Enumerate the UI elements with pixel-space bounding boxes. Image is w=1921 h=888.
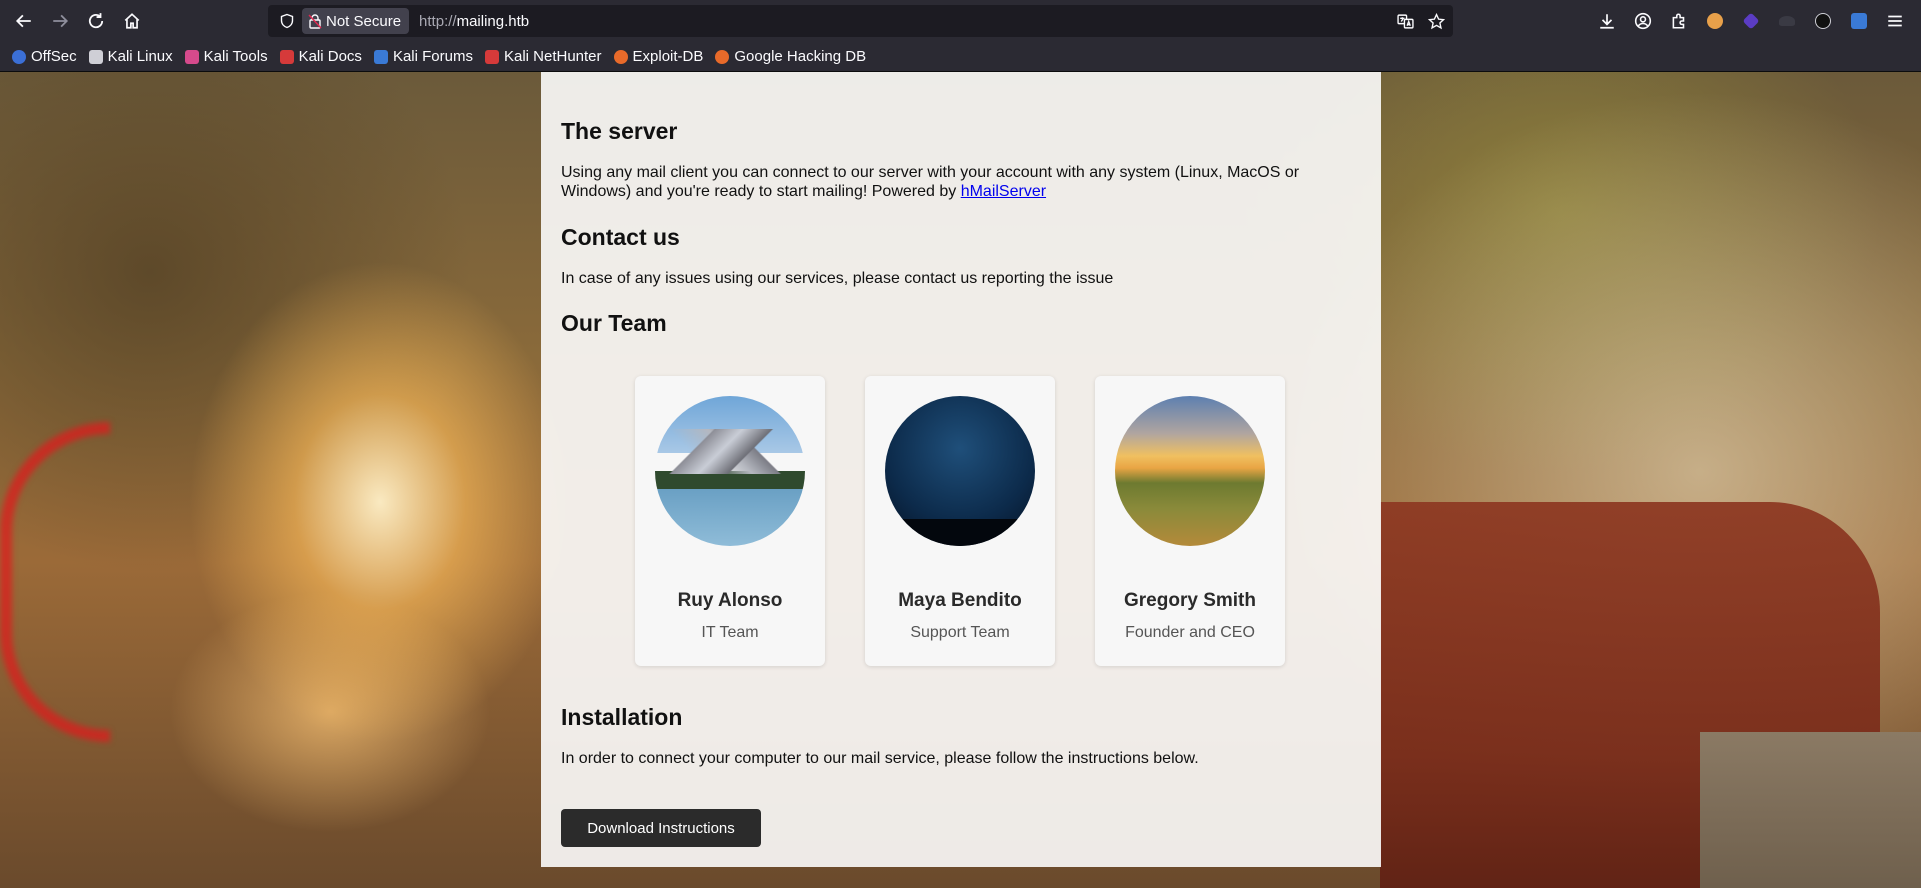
exploit-db-icon <box>613 49 628 64</box>
menu-button[interactable] <box>1877 3 1913 39</box>
bookmark-exploit-db[interactable]: Exploit-DB <box>613 48 703 65</box>
broken-lock-icon <box>308 14 322 29</box>
member-role: Founder and CEO <box>1125 624 1255 641</box>
kali-tools-icon <box>184 49 199 64</box>
forward-button[interactable] <box>42 3 78 39</box>
puzzle-icon <box>1672 13 1685 29</box>
server-heading: The server <box>561 118 678 144</box>
bookmark-offsec[interactable]: OffSec <box>12 48 77 65</box>
member-role: Support Team <box>910 624 1010 641</box>
downloads-button[interactable] <box>1589 3 1625 39</box>
hmailserver-link[interactable]: hMailServer <box>961 183 1046 200</box>
team-card: Ruy Alonso IT Team <box>635 376 825 666</box>
arrow-left-icon <box>15 14 31 28</box>
diamond-icon <box>1742 12 1760 30</box>
avatar <box>655 396 805 546</box>
translate-icon[interactable] <box>1397 13 1414 30</box>
member-name: Gregory Smith <box>1124 590 1256 611</box>
extension-hat-button[interactable] <box>1769 3 1805 39</box>
hat-icon <box>1779 16 1795 26</box>
team-cards: Ruy Alonso IT Team Maya Bendito Support … <box>635 376 1285 666</box>
m-logo-icon <box>1815 13 1831 29</box>
bookmark-star-icon[interactable] <box>1428 12 1445 30</box>
download-instructions-button[interactable]: Download Instructions <box>561 809 761 847</box>
team-card: Maya Bendito Support Team <box>865 376 1055 666</box>
reload-button[interactable] <box>78 3 114 39</box>
extension-purple-button[interactable] <box>1733 3 1769 39</box>
back-button[interactable] <box>6 3 42 39</box>
extension-translate-button[interactable] <box>1841 3 1877 39</box>
installation-text: In order to connect your computer to our… <box>561 750 1199 767</box>
background-lens-flare <box>0 422 110 742</box>
team-heading: Our Team <box>561 310 667 336</box>
browser-toolbar: Not Secure http://mailing.htb <box>0 0 1921 42</box>
translate-ext-icon <box>1851 13 1867 29</box>
avatar <box>885 396 1035 546</box>
bookmark-kali-forums[interactable]: Kali Forums <box>373 48 473 65</box>
url-text[interactable]: http://mailing.htb <box>419 13 529 30</box>
account-icon <box>1634 12 1652 30</box>
reload-icon <box>88 13 104 29</box>
bookmark-kali-linux[interactable]: Kali Linux <box>88 48 173 65</box>
bookmark-kali-docs[interactable]: Kali Docs <box>279 48 362 65</box>
extension-m-button[interactable] <box>1805 3 1841 39</box>
download-icon <box>1600 14 1614 29</box>
contact-text: In case of any issues using our services… <box>561 270 1114 287</box>
offsec-icon <box>12 49 26 64</box>
not-secure-badge[interactable]: Not Secure <box>302 8 410 34</box>
contact-heading: Contact us <box>561 224 680 250</box>
url-bar[interactable]: Not Secure http://mailing.htb <box>268 5 1453 37</box>
page-viewport: The server Using any mail client you can… <box>0 72 1921 888</box>
member-role: IT Team <box>701 624 759 641</box>
member-name: Ruy Alonso <box>677 590 783 611</box>
server-text: Using any mail client you can connect to… <box>561 164 1300 200</box>
nethunter-icon <box>484 49 499 64</box>
extension-cookie-button[interactable] <box>1697 3 1733 39</box>
installation-heading: Installation <box>561 704 683 730</box>
shield-icon[interactable] <box>272 13 302 29</box>
home-icon <box>124 13 140 29</box>
kali-dragon-icon <box>88 49 103 64</box>
extensions-button[interactable] <box>1661 3 1697 39</box>
main-content: The server Using any mail client you can… <box>541 72 1381 867</box>
hamburger-menu-icon <box>1888 15 1902 27</box>
kali-docs-icon <box>279 49 294 64</box>
ghdb-icon <box>715 49 730 64</box>
background-road <box>1700 732 1921 888</box>
home-button[interactable] <box>114 3 150 39</box>
bookmark-google-hacking-db[interactable]: Google Hacking DB <box>715 48 866 65</box>
cookie-icon <box>1707 13 1723 29</box>
avatar <box>1115 396 1265 546</box>
bookmarks-toolbar: OffSec Kali Linux Kali Tools Kali Docs K… <box>0 42 1921 72</box>
member-name: Maya Bendito <box>898 590 1022 611</box>
team-card: Gregory Smith Founder and CEO <box>1095 376 1285 666</box>
bookmark-kali-tools[interactable]: Kali Tools <box>184 48 268 65</box>
not-secure-label: Not Secure <box>326 12 402 30</box>
kali-forums-icon <box>373 49 388 64</box>
arrow-right-icon <box>53 14 69 28</box>
account-button[interactable] <box>1625 3 1661 39</box>
bookmark-kali-nethunter[interactable]: Kali NetHunter <box>484 48 602 65</box>
